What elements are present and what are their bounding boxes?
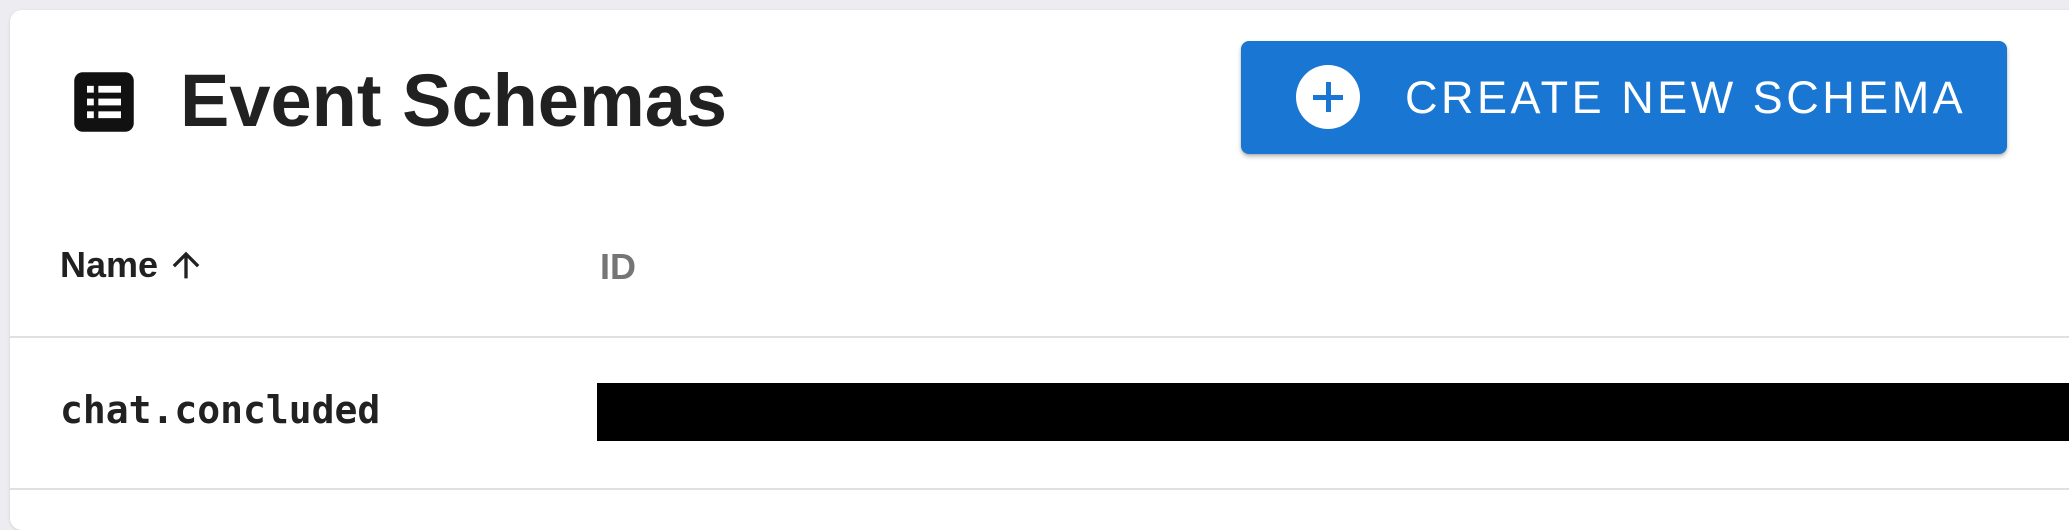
event-schemas-card: Event Schemas CREATE NEW SCHEMA Name ID … — [10, 10, 2069, 530]
table-header-row: Name ID — [10, 200, 2069, 338]
arrow-up-icon — [172, 251, 200, 279]
column-header-id[interactable]: ID — [600, 246, 636, 288]
create-new-schema-button[interactable]: CREATE NEW SCHEMA — [1241, 41, 2007, 154]
column-header-name-label: Name — [60, 244, 159, 285]
page-header: Event Schemas CREATE NEW SCHEMA — [10, 10, 2069, 190]
plus-circle-icon — [1296, 65, 1360, 129]
schema-id-redacted — [597, 383, 2069, 441]
create-new-schema-label: CREATE NEW SCHEMA — [1405, 72, 1967, 123]
column-header-name[interactable]: Name — [60, 244, 206, 286]
table-row[interactable]: chat.concluded — [10, 338, 2069, 490]
schema-name-cell: chat.concluded — [60, 388, 381, 432]
page-title: Event Schemas — [180, 59, 728, 142]
table-list-icon — [74, 72, 134, 132]
